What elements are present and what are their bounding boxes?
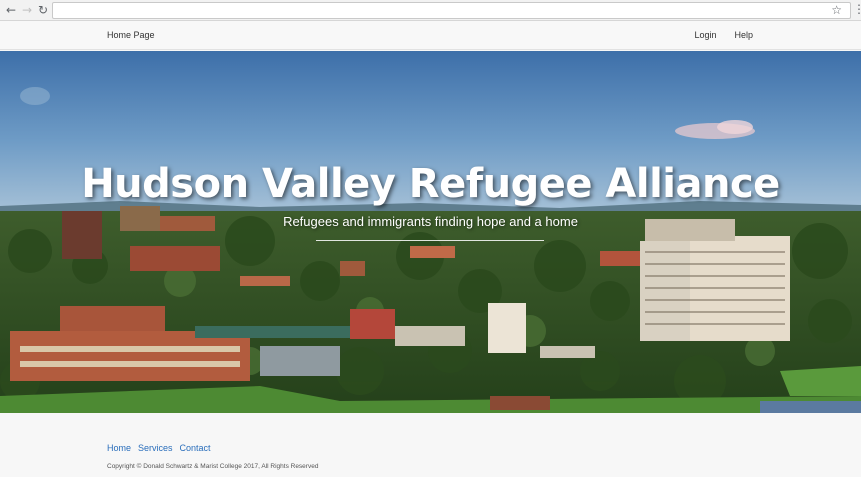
footer-links: Home Services Contact <box>107 443 211 453</box>
hero-divider <box>316 240 544 241</box>
footer-home-link[interactable]: Home <box>107 443 131 453</box>
star-icon[interactable]: ☆ <box>831 3 842 17</box>
browser-toolbar: ← → ↻ ☆ ⋮ <box>0 0 861 21</box>
site-navbar: Home Page Login Help <box>0 21 861 50</box>
back-arrow-icon[interactable]: ← <box>3 2 19 18</box>
hero-subtitle: Refugees and immigrants finding hope and… <box>283 214 578 229</box>
site-footer: Home Services Contact Copyright © Donald… <box>0 413 861 477</box>
login-link[interactable]: Login <box>694 30 716 40</box>
footer-contact-link[interactable]: Contact <box>180 443 211 453</box>
help-link[interactable]: Help <box>734 30 753 40</box>
hero-title: Hudson Valley Refugee Alliance <box>81 161 780 207</box>
aerial-city-photo <box>0 51 861 413</box>
kebab-menu-icon[interactable]: ⋮ <box>853 2 861 16</box>
footer-services-link[interactable]: Services <box>138 443 173 453</box>
copyright-text: Copyright © Donald Schwartz & Marist Col… <box>107 463 319 470</box>
forward-arrow-icon[interactable]: → <box>19 2 35 18</box>
address-bar[interactable]: ☆ <box>52 2 851 19</box>
reload-icon[interactable]: ↻ <box>35 2 51 18</box>
hero-banner: Hudson Valley Refugee Alliance Refugees … <box>0 51 861 413</box>
navbar-right-links: Login Help <box>694 30 753 40</box>
home-page-link[interactable]: Home Page <box>107 30 155 40</box>
